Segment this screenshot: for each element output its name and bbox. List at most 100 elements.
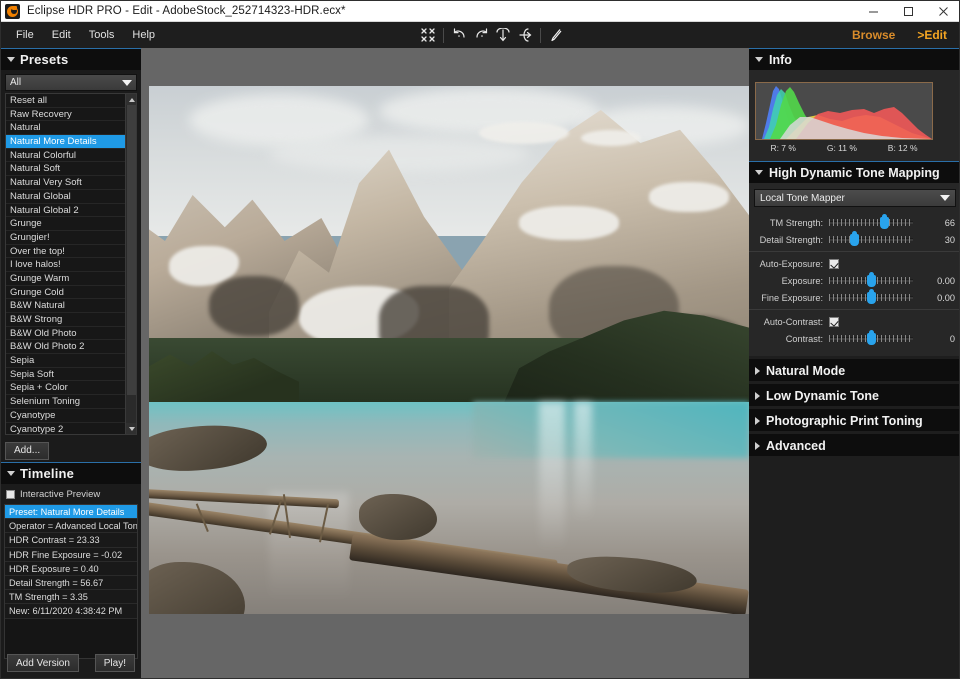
preset-item[interactable]: Reset all <box>6 94 125 108</box>
preset-item[interactable]: B&W Old Photo <box>6 327 125 341</box>
slider-thumb[interactable] <box>867 275 876 287</box>
preset-item[interactable]: Grunge Cold <box>6 286 125 300</box>
preset-item[interactable]: Sepia Soft <box>6 368 125 382</box>
preset-item[interactable]: Cyanotype 2 <box>6 423 125 435</box>
image-canvas[interactable] <box>141 48 749 679</box>
interactive-preview-row[interactable]: Interactive Preview <box>1 486 141 502</box>
slider-row[interactable]: TM Strength:66 <box>749 214 960 231</box>
preset-item[interactable]: Natural Colorful <box>6 149 125 163</box>
slider-label: Contrast: <box>755 334 829 344</box>
preset-list[interactable]: Reset allRaw RecoveryNaturalNatural More… <box>6 94 125 434</box>
auto-exposure-row[interactable]: Auto-Exposure: <box>749 255 960 272</box>
auto-contrast-row[interactable]: Auto-Contrast: <box>749 313 960 330</box>
flip-horizontal-icon[interactable] <box>514 24 536 46</box>
section-header[interactable]: Low Dynamic Tone <box>749 384 960 406</box>
slider[interactable] <box>829 274 913 287</box>
slider-label: Fine Exposure: <box>755 293 829 303</box>
auto-contrast-checkbox[interactable] <box>829 317 839 327</box>
tone-operator-dropdown[interactable]: Local Tone Mapper <box>754 189 956 207</box>
slider-row[interactable]: Fine Exposure:0.00 <box>749 289 960 306</box>
maximize-icon[interactable] <box>891 1 926 22</box>
edit-tab[interactable]: >Edit <box>917 28 947 42</box>
rotate-right-icon[interactable] <box>470 24 492 46</box>
expand-triangle-icon <box>755 417 760 425</box>
close-icon[interactable] <box>926 1 960 22</box>
menu-file[interactable]: File <box>7 25 43 45</box>
preset-item[interactable]: Natural <box>6 121 125 135</box>
preset-item[interactable]: Natural Very Soft <box>6 176 125 190</box>
section-header[interactable]: Photographic Print Toning <box>749 409 960 431</box>
slider[interactable] <box>829 291 913 304</box>
slider-thumb[interactable] <box>867 292 876 304</box>
preset-item[interactable]: Natural Global <box>6 190 125 204</box>
brush-tool-icon[interactable] <box>545 24 567 46</box>
preset-item[interactable]: Sepia + Color <box>6 381 125 395</box>
section-header[interactable]: Advanced <box>749 434 960 456</box>
play-button[interactable]: Play! <box>95 654 135 672</box>
preset-item[interactable]: Natural Soft <box>6 162 125 176</box>
preset-item[interactable]: Grunge Warm <box>6 272 125 286</box>
timeline-item[interactable]: TM Strength = 3.35 <box>5 590 137 604</box>
timeline-list[interactable]: Preset: Natural More DetailsOperator = A… <box>4 504 138 659</box>
preset-item[interactable]: B&W Strong <box>6 313 125 327</box>
scrollbar-thumb[interactable] <box>127 105 136 395</box>
preset-item[interactable]: Natural More Details <box>6 135 125 149</box>
tone-mapping-header[interactable]: High Dynamic Tone Mapping <box>749 161 960 183</box>
preset-item[interactable]: Selenium Toning <box>6 395 125 409</box>
add-preset-button[interactable]: Add... <box>5 442 49 460</box>
menu-edit[interactable]: Edit <box>43 25 80 45</box>
slider-row[interactable]: Detail Strength:30 <box>749 231 960 248</box>
add-version-button[interactable]: Add Version <box>7 654 79 672</box>
timeline-item[interactable]: Preset: Natural More Details <box>5 505 137 519</box>
minimize-icon[interactable] <box>856 1 891 22</box>
preset-add-row: Add... <box>1 435 141 460</box>
preset-scrollbar[interactable] <box>125 94 136 434</box>
fit-to-screen-icon[interactable] <box>417 24 439 46</box>
section-header[interactable]: Natural Mode <box>749 359 960 381</box>
preset-item[interactable]: I love halos! <box>6 258 125 272</box>
timeline-item[interactable]: Detail Strength = 56.67 <box>5 576 137 590</box>
section-title: Advanced <box>766 439 826 453</box>
rotate-left-icon[interactable] <box>448 24 470 46</box>
preset-item[interactable]: Grunge <box>6 217 125 231</box>
preset-item[interactable]: Cyanotype <box>6 409 125 423</box>
scroll-down-icon[interactable] <box>126 423 137 434</box>
timeline-item[interactable]: HDR Exposure = 0.40 <box>5 562 137 576</box>
menu-tools[interactable]: Tools <box>80 25 124 45</box>
expand-triangle-icon <box>755 367 760 375</box>
slider[interactable] <box>829 216 913 229</box>
preset-item[interactable]: B&W Natural <box>6 299 125 313</box>
slider-thumb[interactable] <box>867 333 876 345</box>
preset-item[interactable]: Sepia <box>6 354 125 368</box>
preset-filter-dropdown[interactable]: All <box>5 74 137 91</box>
menu-help[interactable]: Help <box>123 25 164 45</box>
slider[interactable] <box>829 233 913 246</box>
scroll-up-icon[interactable] <box>126 94 137 105</box>
photo-preview[interactable] <box>149 86 749 614</box>
browse-tab[interactable]: Browse <box>852 28 895 42</box>
preset-item[interactable]: B&W Old Photo 2 <box>6 340 125 354</box>
preset-item[interactable]: Over the top! <box>6 245 125 259</box>
info-header[interactable]: Info <box>749 48 960 70</box>
slider[interactable] <box>829 332 913 345</box>
image-toolbar <box>417 22 567 48</box>
interactive-preview-checkbox[interactable] <box>6 490 15 499</box>
timeline-item[interactable]: Operator = Advanced Local Tone M... <box>5 519 137 533</box>
timeline-item[interactable]: HDR Contrast = 23.33 <box>5 533 137 547</box>
slider-thumb[interactable] <box>880 217 889 229</box>
menu-bar: File Edit Tools Help <box>1 22 960 48</box>
slider-row[interactable]: Contrast:0 <box>749 330 960 347</box>
preset-item[interactable]: Natural Global 2 <box>6 204 125 218</box>
slider-row[interactable]: Exposure:0.00 <box>749 272 960 289</box>
preset-item[interactable]: Grungier! <box>6 231 125 245</box>
timeline-item[interactable]: HDR Fine Exposure = -0.02 <box>5 548 137 562</box>
slider-thumb[interactable] <box>850 234 859 246</box>
preset-item[interactable]: Raw Recovery <box>6 108 125 122</box>
timeline-item[interactable]: New: 6/11/2020 4:38:42 PM <box>5 604 137 618</box>
timeline-header[interactable]: Timeline <box>1 462 141 484</box>
slider-value: 30 <box>929 235 955 245</box>
preset-filter-value: All <box>10 77 21 88</box>
presets-header[interactable]: Presets <box>1 48 141 70</box>
auto-exposure-checkbox[interactable] <box>829 259 839 269</box>
flip-vertical-icon[interactable] <box>492 24 514 46</box>
